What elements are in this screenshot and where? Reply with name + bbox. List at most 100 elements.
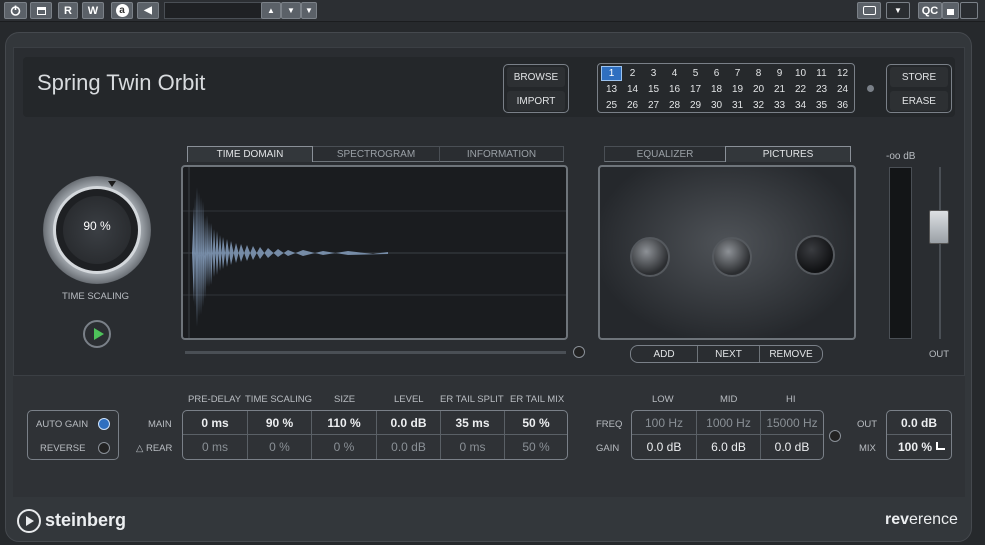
reverence-logo: reverence (885, 511, 958, 529)
preset-slot[interactable]: 25 (601, 98, 622, 113)
preset-slot[interactable]: 1 (601, 66, 622, 81)
main-param-value[interactable]: 90 % (248, 413, 311, 433)
eq-enable-toggle[interactable] (829, 430, 841, 442)
preset-slot[interactable]: 8 (748, 66, 769, 81)
preset-slot[interactable]: 33 (769, 98, 790, 113)
eq-header-mid: MID (720, 394, 738, 405)
preset-slot[interactable]: 20 (748, 82, 769, 97)
function-menu-button[interactable]: ▼ (886, 2, 910, 19)
play-button[interactable] (83, 320, 111, 348)
eq-mid-freq[interactable]: 1000 Hz (697, 413, 760, 433)
reverse-toggle[interactable] (98, 442, 110, 454)
preset-slot[interactable]: 35 (811, 98, 832, 113)
main-param-value[interactable]: 50 % (505, 413, 567, 433)
eq-hi-gain[interactable]: 0.0 dB (761, 437, 823, 457)
next-button[interactable]: NEXT (697, 346, 760, 362)
arrow-down-icon: ▼ (287, 6, 295, 15)
add-button[interactable]: ADD (632, 346, 696, 362)
quick-controls-button[interactable]: QC (918, 2, 942, 19)
preset-slot[interactable]: 2 (622, 66, 643, 81)
preset-slot[interactable]: 7 (727, 66, 748, 81)
row-divider (632, 434, 823, 435)
preset-slot[interactable]: 31 (727, 98, 748, 113)
bypass-icon (36, 6, 46, 15)
eq-low-freq[interactable]: 100 Hz (632, 413, 696, 433)
preset-slot[interactable]: 4 (664, 66, 685, 81)
preset-slot[interactable]: 26 (622, 98, 643, 113)
remove-button[interactable]: REMOVE (761, 346, 821, 362)
preset-slot[interactable]: 22 (790, 82, 811, 97)
main-param-value[interactable]: 35 ms (441, 413, 504, 433)
preset-slot[interactable]: 16 (664, 82, 685, 97)
tab-pictures[interactable]: PICTURES (725, 146, 851, 162)
preset-slot[interactable]: 19 (727, 82, 748, 97)
output-level-value[interactable]: 0.0 dB (887, 413, 951, 433)
main-param-value[interactable]: 0 ms (183, 413, 247, 433)
preset-slot[interactable]: 34 (790, 98, 811, 113)
lock-button[interactable] (942, 2, 959, 19)
power-button[interactable] (4, 2, 27, 19)
rear-param-value[interactable]: 50 % (505, 437, 567, 457)
preset-slot[interactable]: 30 (706, 98, 727, 113)
preset-slot[interactable]: 6 (706, 66, 727, 81)
tab-spectrogram[interactable]: SPECTROGRAM (313, 146, 440, 162)
preset-slot[interactable]: 12 (832, 66, 853, 81)
write-automation-button[interactable]: W (82, 2, 104, 19)
preset-slot[interactable]: 28 (664, 98, 685, 113)
preset-up-button[interactable]: ▲ (261, 2, 281, 19)
back-button[interactable]: ◀ (137, 2, 159, 19)
rear-param-value[interactable]: 0 ms (441, 437, 504, 457)
preset-slot[interactable]: 36 (832, 98, 853, 113)
eq-low-gain[interactable]: 0.0 dB (632, 437, 696, 457)
preset-slot[interactable]: 11 (811, 66, 832, 81)
output-fader-handle[interactable] (929, 210, 949, 244)
main-row-label: MAIN (148, 419, 172, 430)
store-button[interactable]: STORE (890, 67, 948, 87)
eq-hi-freq[interactable]: 15000 Hz (761, 413, 823, 433)
tab-equalizer[interactable]: EQUALIZER (604, 146, 725, 162)
preset-slot[interactable]: 21 (769, 82, 790, 97)
tab-time-domain[interactable]: TIME DOMAIN (187, 146, 313, 162)
preset-slot[interactable]: 9 (769, 66, 790, 81)
preset-slot[interactable]: 24 (832, 82, 853, 97)
output-meter (889, 167, 912, 339)
snapshot-button[interactable] (857, 2, 881, 19)
browse-button[interactable]: BROWSE (507, 67, 565, 87)
mix-value[interactable]: 100 % (887, 437, 943, 457)
preset-slot[interactable]: 10 (790, 66, 811, 81)
tab-information[interactable]: INFORMATION (440, 146, 564, 162)
plot-scrollbar[interactable] (185, 351, 566, 354)
preset-slot[interactable]: 13 (601, 82, 622, 97)
auto-gain-toggle[interactable] (98, 418, 110, 430)
erase-button[interactable]: ERASE (890, 91, 948, 111)
preset-slot[interactable]: 15 (643, 82, 664, 97)
preset-menu-button[interactable]: ▼ (301, 2, 317, 19)
rear-param-value[interactable]: 0.0 dB (377, 437, 440, 457)
import-button[interactable]: IMPORT (507, 91, 565, 111)
preset-slot[interactable]: 5 (685, 66, 706, 81)
preset-field[interactable] (164, 2, 262, 19)
sidechain-button[interactable]: a (111, 2, 133, 19)
toolbar-extra-button[interactable] (960, 2, 978, 19)
eq-mid-gain[interactable]: 6.0 dB (697, 437, 760, 457)
preset-slot[interactable]: 32 (748, 98, 769, 113)
time-scaling-knob[interactable]: 90 % (43, 176, 151, 284)
rear-param-value[interactable]: 0 % (248, 437, 311, 457)
mix-lock-icon[interactable] (936, 442, 945, 450)
preset-slot[interactable]: 23 (811, 82, 832, 97)
preset-slot[interactable]: 18 (706, 82, 727, 97)
main-param-value[interactable]: 0.0 dB (377, 413, 440, 433)
preset-slot[interactable]: 17 (685, 82, 706, 97)
plot-option-radio[interactable] (573, 346, 585, 358)
bypass-button[interactable] (30, 2, 52, 19)
preset-slot[interactable]: 14 (622, 82, 643, 97)
rear-param-value[interactable]: 0 ms (183, 437, 247, 457)
rear-param-value[interactable]: 0 % (312, 437, 376, 457)
main-param-value[interactable]: 110 % (312, 413, 376, 433)
preset-slot[interactable]: 29 (685, 98, 706, 113)
preset-slot[interactable]: 3 (643, 66, 664, 81)
eq-header-low: LOW (652, 394, 674, 405)
read-automation-button[interactable]: R (58, 2, 78, 19)
preset-down-button[interactable]: ▼ (281, 2, 301, 19)
preset-slot[interactable]: 27 (643, 98, 664, 113)
